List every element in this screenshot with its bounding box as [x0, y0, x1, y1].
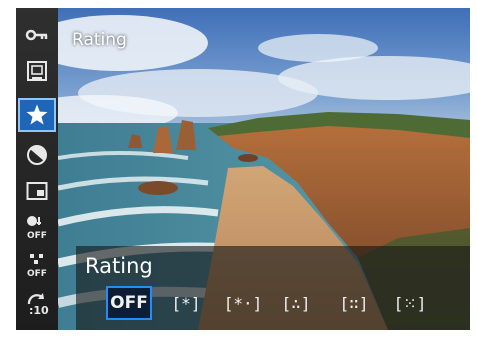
resize-icon[interactable]	[18, 174, 56, 208]
rotate-image-icon[interactable]	[18, 54, 56, 88]
svg-text:OFF: OFF	[27, 269, 47, 278]
rating-panel-title: Rating	[85, 254, 153, 278]
svg-text:OFF: OFF	[27, 231, 47, 240]
rating-star-icon[interactable]	[18, 98, 56, 132]
rating-option-off[interactable]: OFF	[106, 286, 152, 320]
rating-option-4-stars[interactable]: [∷]	[334, 286, 374, 320]
camera-playback-screen: OFF OFF :10 Rating Rating OFF [*] [*·] […	[0, 0, 477, 337]
highlight-alert-off-icon[interactable]: OFF	[18, 210, 56, 244]
quick-menu-bar: OFF OFF :10	[16, 8, 58, 330]
svg-text::10: :10	[29, 304, 49, 316]
af-point-display-off-icon[interactable]: OFF	[18, 248, 56, 282]
image-jump-10-icon[interactable]: :10	[18, 286, 56, 320]
rating-option-3-stars[interactable]: [∴]	[276, 286, 316, 320]
creative-filter-icon[interactable]	[18, 138, 56, 172]
menu-title: Rating	[72, 30, 127, 50]
rating-option-1-star[interactable]: [*]	[166, 286, 206, 320]
protect-key-icon[interactable]	[18, 18, 56, 52]
rating-option-2-stars[interactable]: [*·]	[220, 286, 266, 320]
rating-option-5-stars[interactable]: [⁙]	[390, 286, 430, 320]
rating-panel: Rating OFF [*] [*·] [∴] [∷] [⁙]	[76, 246, 470, 330]
